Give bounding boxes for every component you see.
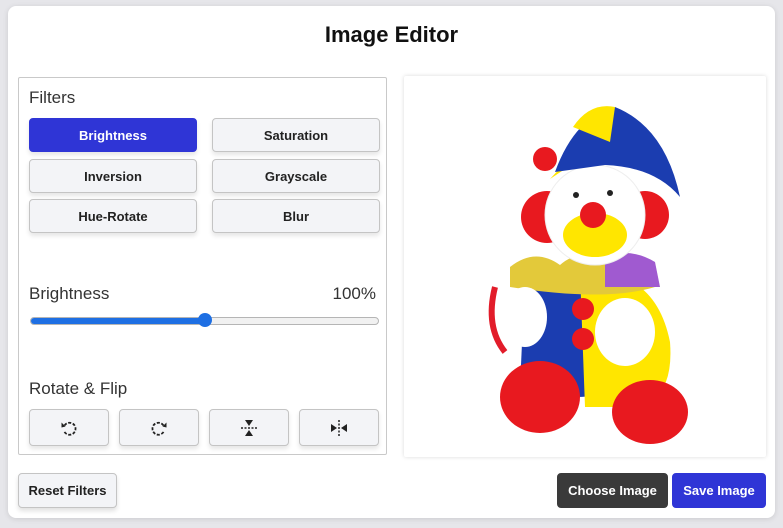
- filter-blur-button[interactable]: Blur: [212, 199, 380, 233]
- slider-label: Brightness: [29, 284, 110, 303]
- rotate-right-button[interactable]: [119, 409, 199, 446]
- filters-heading: Filters: [29, 88, 76, 107]
- choose-image-button[interactable]: Choose Image: [557, 473, 668, 508]
- image-preview: [404, 76, 766, 457]
- filter-hue-rotate-button[interactable]: Hue-Rotate: [29, 199, 197, 233]
- filter-inversion-button[interactable]: Inversion: [29, 159, 197, 193]
- flip-horizontal-icon: [331, 419, 347, 436]
- rotate-left-icon: [61, 421, 77, 436]
- page-title: Image Editor: [324, 22, 459, 47]
- slider-fill: [31, 318, 205, 324]
- filter-grayscale-button[interactable]: Grayscale: [212, 159, 380, 193]
- brightness-slider[interactable]: [30, 313, 379, 327]
- rotate-left-button[interactable]: [29, 409, 109, 446]
- rotate-flip-heading: Rotate & Flip: [29, 379, 128, 398]
- flip-vertical-button[interactable]: [209, 409, 289, 446]
- flip-horizontal-button[interactable]: [299, 409, 379, 446]
- rotate-right-icon: [151, 421, 167, 436]
- slider-thumb[interactable]: [197, 313, 212, 327]
- editor-card: Image Editor Filters Brightness Saturati…: [8, 6, 775, 518]
- filter-brightness-button[interactable]: Brightness: [29, 118, 197, 152]
- slider-value: 100%: [332, 284, 376, 303]
- clown-toy-image: [488, 105, 688, 444]
- save-image-button[interactable]: Save Image: [672, 473, 766, 508]
- filter-saturation-button[interactable]: Saturation: [212, 118, 380, 152]
- flip-vertical-icon: [241, 419, 257, 436]
- controls-panel: Filters Brightness Saturation Inversion …: [18, 77, 387, 455]
- reset-filters-button[interactable]: Reset Filters: [18, 473, 117, 508]
